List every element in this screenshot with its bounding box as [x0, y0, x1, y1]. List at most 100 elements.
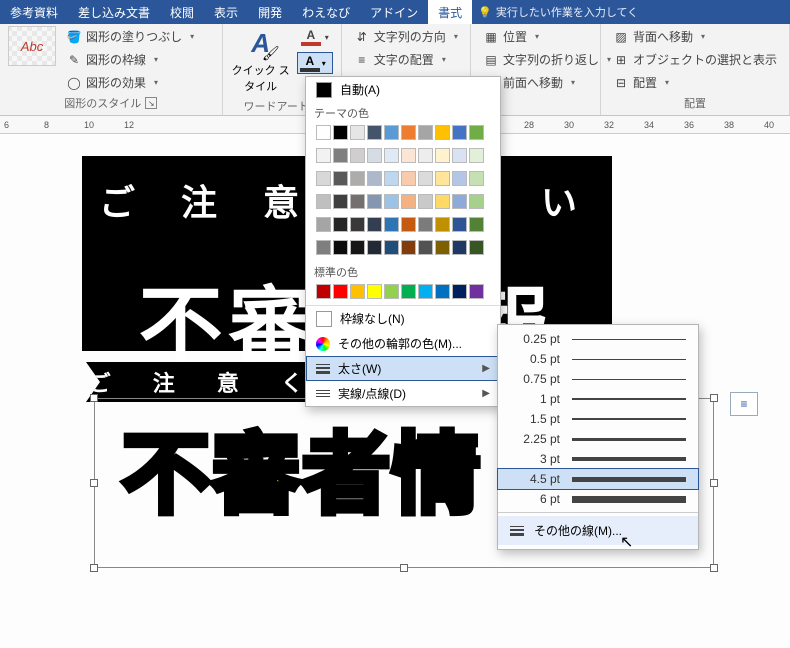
color-swatch[interactable] [435, 240, 450, 255]
color-swatch[interactable] [367, 284, 382, 299]
tell-me-search[interactable]: 実行したい作業を入力してく [478, 0, 638, 24]
color-swatch[interactable] [384, 217, 399, 232]
align-button[interactable]: ⊟配置 [609, 72, 781, 93]
color-swatch[interactable] [435, 148, 450, 163]
text-outline-button[interactable]: A▾ [297, 52, 333, 74]
color-swatch[interactable] [350, 240, 365, 255]
tab-開発[interactable]: 開発 [248, 0, 292, 24]
color-swatch[interactable] [316, 240, 331, 255]
color-swatch[interactable] [418, 217, 433, 232]
color-swatch[interactable] [316, 194, 331, 209]
color-swatch[interactable] [435, 194, 450, 209]
color-swatch[interactable] [350, 217, 365, 232]
color-swatch[interactable] [401, 240, 416, 255]
shape-style-gallery[interactable]: Abc [8, 26, 56, 66]
wordart-text[interactable]: 不審者情 [122, 404, 482, 531]
color-swatch[interactable] [435, 284, 450, 299]
color-swatch[interactable] [469, 240, 484, 255]
shape-effects-button[interactable]: ◯図形の効果 [62, 72, 198, 93]
color-swatch[interactable] [367, 125, 382, 140]
handle-tl[interactable] [90, 394, 98, 402]
color-swatch[interactable] [401, 217, 416, 232]
tab-校閲[interactable]: 校閲 [160, 0, 204, 24]
color-swatch[interactable] [333, 194, 348, 209]
weight-option[interactable]: 0.5 pt [498, 349, 698, 369]
weight-option[interactable]: 2.25 pt [498, 429, 698, 449]
color-swatch[interactable] [384, 284, 399, 299]
handle-mr[interactable] [710, 479, 718, 487]
color-swatch[interactable] [452, 284, 467, 299]
color-swatch[interactable] [418, 284, 433, 299]
shape-outline-button[interactable]: ✎図形の枠線 [62, 49, 198, 70]
weight-option[interactable]: 0.25 pt [498, 329, 698, 349]
auto-color-item[interactable]: 自動(A) [306, 77, 500, 102]
color-swatch[interactable] [469, 125, 484, 140]
tab-参考資料[interactable]: 参考資料 [0, 0, 68, 24]
handle-br[interactable] [710, 564, 718, 572]
color-swatch[interactable] [333, 284, 348, 299]
color-swatch[interactable] [469, 284, 484, 299]
color-swatch[interactable] [316, 171, 331, 186]
handle-tr[interactable] [710, 394, 718, 402]
weight-option[interactable]: 0.75 pt [498, 369, 698, 389]
color-swatch[interactable] [452, 125, 467, 140]
color-swatch[interactable] [452, 217, 467, 232]
color-swatch[interactable] [469, 171, 484, 186]
color-swatch[interactable] [435, 125, 450, 140]
color-swatch[interactable] [333, 217, 348, 232]
color-swatch[interactable] [401, 148, 416, 163]
color-swatch[interactable] [418, 148, 433, 163]
color-swatch[interactable] [333, 125, 348, 140]
color-swatch[interactable] [350, 148, 365, 163]
color-swatch[interactable] [401, 284, 416, 299]
no-outline-item[interactable]: 枠線なし(N) [306, 306, 500, 331]
weight-option[interactable]: 1 pt [498, 389, 698, 409]
color-swatch[interactable] [367, 148, 382, 163]
color-swatch[interactable] [452, 240, 467, 255]
color-swatch[interactable] [418, 125, 433, 140]
color-swatch[interactable] [435, 217, 450, 232]
color-swatch[interactable] [367, 171, 382, 186]
color-swatch[interactable] [350, 194, 365, 209]
color-swatch[interactable] [316, 148, 331, 163]
send-backward-button[interactable]: ▨背面へ移動 [609, 26, 781, 47]
color-swatch[interactable] [401, 125, 416, 140]
weight-item[interactable]: 太さ(W)▶ [306, 356, 500, 381]
quick-styles-button[interactable]: A🖌 クイック スタイル [231, 26, 291, 94]
handle-bc[interactable] [400, 564, 408, 572]
color-swatch[interactable] [333, 148, 348, 163]
color-swatch[interactable] [367, 194, 382, 209]
color-swatch[interactable] [350, 125, 365, 140]
color-swatch[interactable] [418, 171, 433, 186]
handle-bl[interactable] [90, 564, 98, 572]
color-swatch[interactable] [384, 125, 399, 140]
color-swatch[interactable] [452, 171, 467, 186]
layout-options-button[interactable]: ≡ [730, 392, 758, 416]
color-swatch[interactable] [469, 148, 484, 163]
color-swatch[interactable] [350, 284, 365, 299]
color-swatch[interactable] [316, 125, 331, 140]
tab-アドイン[interactable]: アドイン [360, 0, 428, 24]
color-swatch[interactable] [401, 194, 416, 209]
weight-option[interactable]: 1.5 pt [498, 409, 698, 429]
position-button[interactable]: ▦位置 [479, 26, 615, 47]
color-swatch[interactable] [367, 240, 382, 255]
color-swatch[interactable] [469, 194, 484, 209]
more-lines-item[interactable]: その他の線(M)... [498, 516, 698, 545]
color-swatch[interactable] [452, 194, 467, 209]
color-swatch[interactable] [333, 240, 348, 255]
color-swatch[interactable] [384, 171, 399, 186]
color-swatch[interactable] [418, 240, 433, 255]
text-align-button[interactable]: ≡文字の配置 [350, 49, 462, 70]
color-swatch[interactable] [316, 217, 331, 232]
text-fill-button[interactable]: A▾ [297, 26, 333, 48]
color-swatch[interactable] [350, 171, 365, 186]
handle-ml[interactable] [90, 479, 98, 487]
color-swatch[interactable] [316, 284, 331, 299]
color-swatch[interactable] [384, 194, 399, 209]
color-swatch[interactable] [469, 217, 484, 232]
weight-option[interactable]: 3 pt [498, 449, 698, 469]
tab-差し込み文書[interactable]: 差し込み文書 [68, 0, 160, 24]
color-swatch[interactable] [384, 240, 399, 255]
color-swatch[interactable] [367, 217, 382, 232]
